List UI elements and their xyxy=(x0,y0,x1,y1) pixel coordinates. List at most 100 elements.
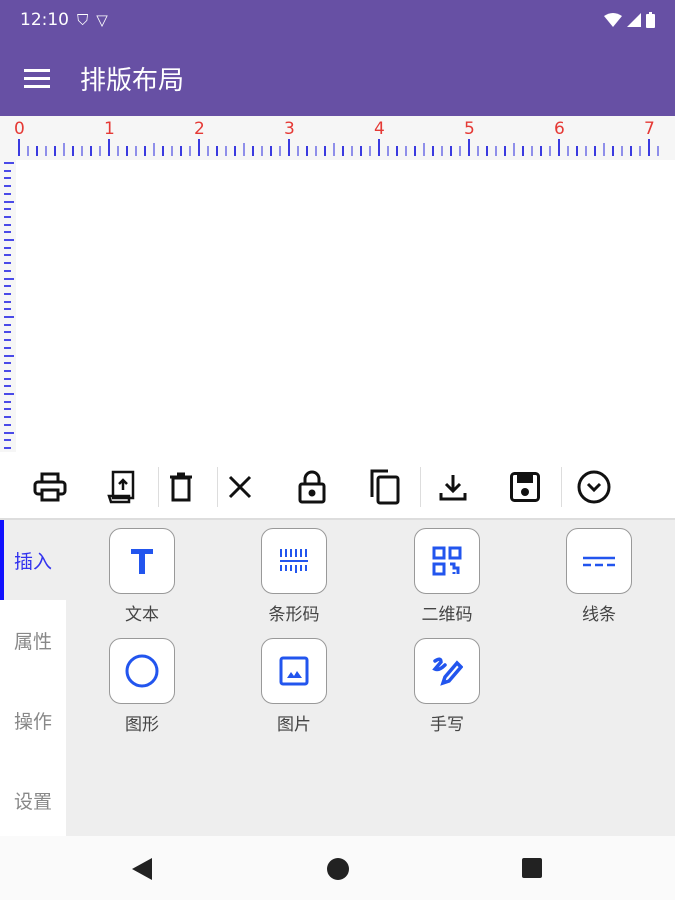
ruler-tick xyxy=(4,285,11,288)
insert-barcode[interactable]: 条形码 xyxy=(244,528,344,625)
ruler-tick xyxy=(378,139,380,156)
ruler-tick xyxy=(4,162,14,164)
trash-icon xyxy=(170,472,192,501)
delete-button[interactable] xyxy=(156,462,206,512)
label-canvas[interactable] xyxy=(16,160,662,452)
back-button[interactable] xyxy=(132,858,152,884)
ruler-tick xyxy=(216,146,218,156)
ruler-tick xyxy=(432,146,434,156)
ruler-label: 1 xyxy=(104,119,115,139)
ruler-label: 2 xyxy=(194,119,205,139)
recents-button[interactable] xyxy=(522,858,542,882)
ruler-tick xyxy=(639,146,641,156)
insert-handwriting[interactable]: 手写 xyxy=(397,638,497,735)
ruler-tick xyxy=(4,215,11,218)
ruler-tick xyxy=(126,146,128,156)
ruler-tick xyxy=(4,439,11,442)
ruler-tick xyxy=(477,146,479,156)
ruler-tick xyxy=(4,362,11,365)
ruler-tick xyxy=(4,200,14,203)
recents-icon xyxy=(522,858,542,878)
ruler-tick xyxy=(279,146,281,156)
page-title: 排版布局 xyxy=(80,65,185,96)
save-button[interactable] xyxy=(500,462,550,512)
close-icon xyxy=(228,475,252,498)
ruler-tick xyxy=(459,146,461,156)
ruler-tick xyxy=(162,146,164,156)
ruler-tick xyxy=(585,146,587,156)
tab-settings[interactable]: 设置 xyxy=(0,760,66,840)
copy-button[interactable] xyxy=(359,462,409,512)
download-button[interactable] xyxy=(428,462,478,512)
receipt-icon xyxy=(107,470,135,503)
ruler-tick xyxy=(81,146,83,156)
item-label: 手写 xyxy=(430,715,464,735)
ruler-tick xyxy=(4,408,11,411)
ruler-tick xyxy=(360,146,362,156)
status-bar: 12:10 ⛉ ▽ xyxy=(0,0,675,40)
text-icon xyxy=(131,549,153,574)
ruler-tick xyxy=(4,223,11,226)
item-label: 图片 xyxy=(277,715,311,735)
divider xyxy=(420,466,421,507)
expand-button[interactable] xyxy=(569,462,619,512)
insert-image[interactable]: 图片 xyxy=(244,638,344,735)
qrcode-icon xyxy=(432,546,462,576)
item-label: 二维码 xyxy=(421,605,473,625)
ruler-tick xyxy=(108,139,110,156)
menu-icon[interactable] xyxy=(24,64,50,93)
ruler-tick xyxy=(4,292,11,295)
print-button[interactable] xyxy=(25,462,75,512)
tab-properties[interactable]: 属性 xyxy=(0,600,66,680)
home-button[interactable] xyxy=(326,857,350,885)
ruler-tick xyxy=(387,146,389,156)
ruler-tick xyxy=(288,139,290,156)
lock-button[interactable] xyxy=(287,462,337,512)
insert-text[interactable]: 文本 xyxy=(92,528,192,625)
ruler-tick xyxy=(4,262,11,265)
ruler-tick xyxy=(405,146,407,156)
save-icon xyxy=(510,471,540,502)
ruler-tick xyxy=(4,377,11,380)
ruler-tick xyxy=(198,139,200,156)
ruler-tick xyxy=(540,146,542,156)
ruler-tick xyxy=(4,254,11,257)
back-icon xyxy=(132,858,152,880)
tab-insert[interactable]: 插入 xyxy=(0,520,66,600)
ruler-tick xyxy=(621,146,623,156)
ruler-tick xyxy=(630,146,632,156)
ruler-tick xyxy=(27,146,29,156)
ruler-tick xyxy=(63,143,65,156)
ruler-tick xyxy=(4,331,11,334)
ruler-tick xyxy=(36,146,38,156)
ruler-tick xyxy=(4,277,14,280)
ruler-tick xyxy=(261,146,263,156)
ruler-tick xyxy=(72,146,74,156)
print-preview-button[interactable] xyxy=(97,462,147,512)
toolbar xyxy=(0,455,675,520)
vpn-icon: ▽ xyxy=(96,11,108,29)
ruler-tick xyxy=(351,146,353,156)
ruler-tick xyxy=(135,146,137,156)
item-label: 线条 xyxy=(582,605,616,625)
ruler-tick xyxy=(4,431,14,434)
insert-shape[interactable]: 图形 xyxy=(92,638,192,735)
ruler-tick xyxy=(117,146,119,156)
wifi-icon xyxy=(604,13,622,27)
ruler-tick xyxy=(4,169,11,172)
ruler-tick xyxy=(396,146,398,156)
ruler-tick xyxy=(4,308,11,311)
ruler-tick xyxy=(234,146,236,156)
ruler-tick xyxy=(4,346,11,349)
ruler-tick xyxy=(648,139,650,156)
ruler-label: 7 xyxy=(644,119,655,139)
handwriting-icon xyxy=(432,657,463,686)
tab-operations[interactable]: 操作 xyxy=(0,680,66,760)
insert-line[interactable]: 线条 xyxy=(549,528,649,625)
close-button[interactable] xyxy=(215,462,265,512)
item-label: 文本 xyxy=(125,605,159,625)
image-icon xyxy=(279,656,309,686)
insert-qrcode[interactable]: 二维码 xyxy=(397,528,497,625)
print-icon xyxy=(33,472,67,501)
ruler-tick xyxy=(252,146,254,156)
